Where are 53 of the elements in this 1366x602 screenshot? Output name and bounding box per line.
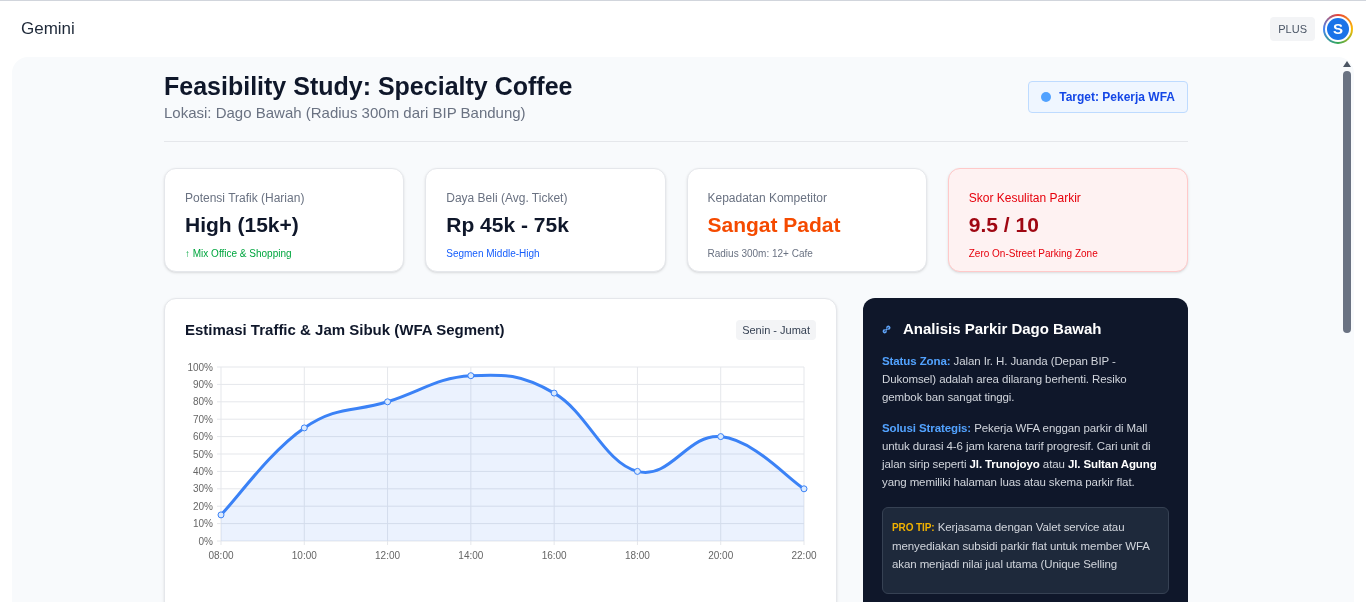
x-tick-label: 20:00 [708,550,734,562]
metric-value: High (15k+) [185,211,300,238]
metric-label: Potensi Trafik (Harian) [185,189,306,207]
data-point [633,468,641,476]
data-point [717,433,725,441]
data-point [384,398,392,406]
y-tick-label: 0% [198,535,213,547]
plan-label: PLUS [1270,16,1315,42]
metric-note: ↑ Mix Office & Shopping [185,247,293,262]
y-tick-label: 40% [193,466,213,478]
y-tick-label: 20% [193,500,213,512]
x-tick-label: 14:00 [458,550,484,562]
y-tick-label: 90% [193,379,213,391]
y-tick-label: 10% [193,518,213,530]
data-point [467,372,475,380]
metric-label: Daya Beli (Avg. Ticket) [446,189,569,207]
y-tick-label: 30% [193,483,213,495]
target-badge: Target: Pekerja WFA [1028,81,1188,113]
avatar[interactable]: S [1323,14,1353,44]
y-tick-label: 80% [193,396,213,408]
analysis-title: Analisis Parkir Dago Bawah [903,318,1102,339]
chart-title: Estimasi Traffic & Jam Sibuk (WFA Segment) [185,319,505,340]
x-tick-label: 18:00 [624,550,650,562]
scroll-up-icon [1343,61,1351,67]
analysis-paragraph: Status Zona: Jalan Ir. H. Juanda (Depan BIP - Dukomsel) adalah area dilarang berhenti. Resiko gembok ban sangat tinggi. [882,354,1128,406]
data-point [300,424,308,432]
analysis-paragraph: PRO TIP: Kerjasama dengan Valet service atau menyediakan subsidi parkir flat untuk member WFA akan menjadi nilai jual utama (Unique Selling [892,520,1151,573]
y-tick-label: 70% [193,413,213,425]
data-point [217,511,225,519]
metric-note: Radius 300m: 12+ Cafe [707,247,814,262]
y-tick-label: 100% [187,361,213,373]
metric-note: Segmen Middle-High [446,247,541,262]
page-subtitle: Lokasi: Dago Bawah (Radius 300m dari BIP Bandung) [164,103,527,124]
day-range-badge: Senin - Jumat [736,319,816,341]
app-title: Gemini [21,18,75,41]
page-title: Feasibility Study: Specialty Coffee [164,71,573,102]
x-tick-label: 10:00 [291,550,317,562]
data-point [800,485,808,493]
x-tick-label: 08:00 [208,550,234,562]
link-icon [882,324,891,334]
y-tick-label: 60% [193,431,213,443]
data-point [550,389,558,397]
metric-note: Zero On-Street Parking Zone [968,247,1099,262]
metric-label: Skor Kesulitan Parkir [968,189,1082,207]
metric-value: Rp 45k - 75k [446,211,570,238]
x-tick-label: 12:00 [375,550,401,562]
x-tick-label: 16:00 [541,550,567,562]
metric-label: Kepadatan Kompetitor [707,189,828,207]
x-tick-label: 22:00 [791,550,817,562]
metric-value: Sangat Padat [707,211,842,238]
y-tick-label: 50% [193,448,213,460]
analysis-paragraph: Solusi Strategis: Pekerja WFA enggan parkir di Mall untuk durasi 4-6 jam karena tarif progresif. Cari unit di jalan sirip seperti Jl. Trunojoyo atau Jl. Sultan Agung yang memiliki halaman luas atau skema parkir flat. [882,421,1158,491]
metric-value: 9.5 / 10 [968,211,1040,238]
